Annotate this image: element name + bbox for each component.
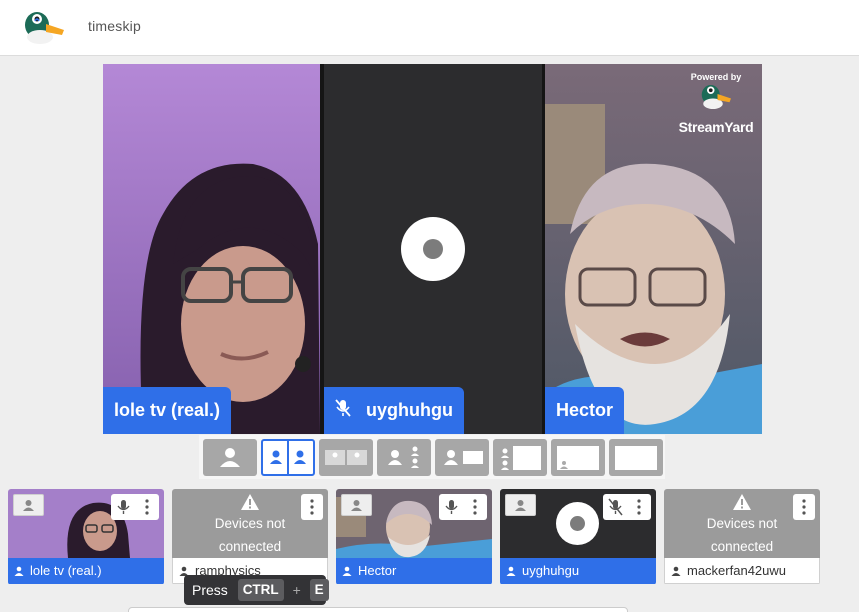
shortcut-plus: + [292,582,301,598]
brand-name: StreamYard [678,119,754,135]
tile-controls [603,494,651,520]
mic-icon[interactable] [439,494,487,520]
add-to-stage-icon[interactable] [505,494,536,516]
avatar-placeholder-icon [556,502,599,545]
powered-by-label: Powered by [690,72,742,82]
stage-participant-video[interactable]: lole tv (real.) [103,64,320,434]
duck-logo-icon [701,85,731,109]
stage-participant-name: lole tv (real.) [114,400,221,420]
mic-muted-icon [335,388,351,434]
stage-participant-video[interactable]: Powered by StreamYard Hector [545,64,762,434]
tile-participant-name: lole tv (real.) [30,563,102,578]
layout-grid-button[interactable] [319,439,373,476]
add-to-stage-icon[interactable] [13,494,44,516]
broadcast-stage: lole tv (real.) uyghuhgu Powered by Stre… [103,64,762,434]
stage-name-tag: Hector [545,387,625,434]
tile-name-bar: mackerfan42uwu [664,558,820,584]
top-bar: timeskip [0,0,859,56]
tile-controls [439,494,487,520]
person-icon [14,566,24,576]
stage-name-tag: uyghuhgu [324,387,464,434]
tile-participant-name: Hector [358,563,397,578]
tooltip-press-label: Press [192,582,228,598]
add-to-stage-icon[interactable] [341,494,372,516]
tile-controls [111,494,159,520]
person-icon [342,566,352,576]
app-title: timeskip [88,18,141,34]
more-options-icon[interactable] [301,494,323,520]
person-icon [506,566,516,576]
layout-group-button[interactable] [377,439,431,476]
stage-participant-name: Hector [556,400,614,420]
status-text-line2: connected [218,539,282,554]
layout-sidebar-button[interactable] [493,439,547,476]
tile-name-bar: lole tv (real.) [8,558,164,584]
layout-leader-button[interactable] [435,439,489,476]
tile-participant-name: uyghuhgu [522,563,580,578]
backstage-tile[interactable]: uyghuhgu [500,489,656,585]
stage-name-tag: lole tv (real.) [103,387,232,434]
shortcut-key-ctrl: CTRL [237,578,284,601]
backstage-tile[interactable]: Devices not connected mackerfan42uwu [664,489,820,585]
status-text-line2: connected [710,539,774,554]
tile-name-bar: uyghuhgu [500,558,656,584]
duck-logo-icon[interactable] [22,8,66,48]
warning-icon [733,494,751,510]
tile-name-bar: Hector [336,558,492,584]
layout-picture-in-picture-button[interactable] [551,439,605,476]
keyboard-shortcut-tooltip: Press CTRL + E [184,575,329,605]
warning-icon [241,494,259,510]
backstage-tile[interactable]: Devices not connected ramphysics [172,489,328,585]
streamyard-watermark: Powered by StreamYard [676,72,756,135]
person-icon [671,566,681,576]
mic-muted-icon[interactable] [603,494,651,520]
shortcut-key-e: E [309,578,329,601]
stage-participant-no-video[interactable]: uyghuhgu [324,64,542,434]
layout-selector [199,435,665,479]
more-options-icon[interactable] [793,494,815,520]
stage-participant-name: uyghuhgu [366,400,453,420]
layout-solo-button[interactable] [203,439,257,476]
bottom-controls-panel [128,607,628,612]
layout-full-screen-button[interactable] [609,439,663,476]
backstage-tile[interactable]: Hector [336,489,492,585]
backstage-tile[interactable]: lole tv (real.) [8,489,164,585]
layout-cropped-grid-button[interactable] [261,439,315,476]
mic-icon[interactable] [111,494,159,520]
avatar-placeholder-icon [401,217,465,281]
tile-participant-name: mackerfan42uwu [687,563,786,578]
